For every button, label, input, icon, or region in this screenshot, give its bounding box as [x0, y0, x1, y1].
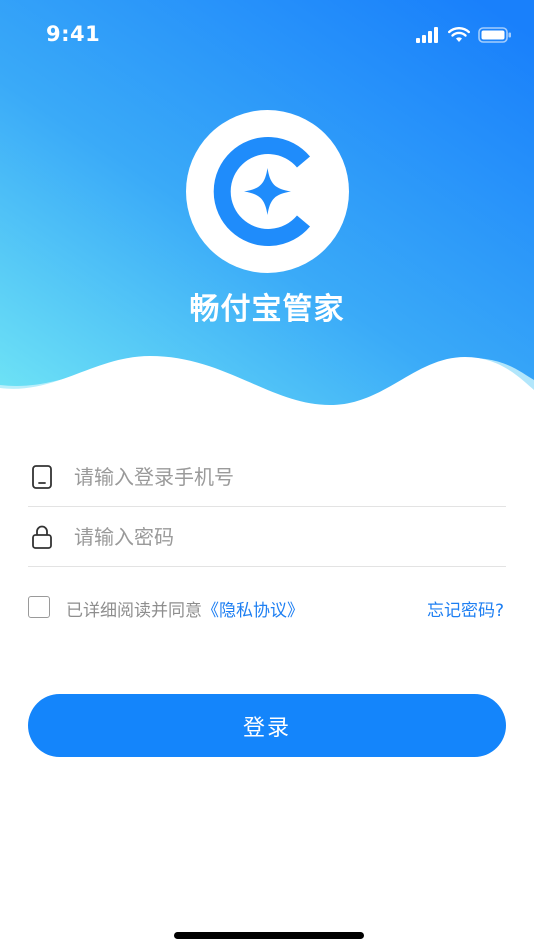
agreement-row: 已详细阅读并同意《隐私协议》 忘记密码? — [28, 594, 506, 622]
privacy-policy-link[interactable]: 《隐私协议》 — [202, 601, 304, 621]
phone-field-row — [28, 446, 506, 507]
app-logo — [186, 110, 349, 273]
phone-input[interactable] — [72, 456, 496, 498]
status-bar: 9:41 — [0, 0, 534, 70]
agreement-checkbox[interactable] — [28, 596, 50, 618]
password-input[interactable] — [72, 516, 496, 558]
status-time: 9:41 — [46, 22, 101, 46]
wifi-icon — [448, 27, 470, 42]
agreement-text: 已详细阅读并同意《隐私协议》 — [66, 596, 304, 621]
lock-icon — [32, 525, 52, 549]
header-banner: 9:41 畅付宝管家 — [0, 0, 534, 440]
password-field-row — [28, 506, 506, 567]
app-name: 畅付宝管家 — [189, 292, 345, 327]
battery-icon — [478, 27, 511, 43]
login-button[interactable]: 登录 — [28, 694, 506, 757]
cellular-signal-icon — [416, 27, 438, 43]
forgot-password-link[interactable]: 忘记密码? — [427, 596, 504, 621]
phone-icon — [32, 465, 52, 489]
status-icons — [416, 24, 512, 46]
agreement-label: 已详细阅读并同意 — [66, 601, 202, 621]
home-indicator — [174, 932, 364, 939]
